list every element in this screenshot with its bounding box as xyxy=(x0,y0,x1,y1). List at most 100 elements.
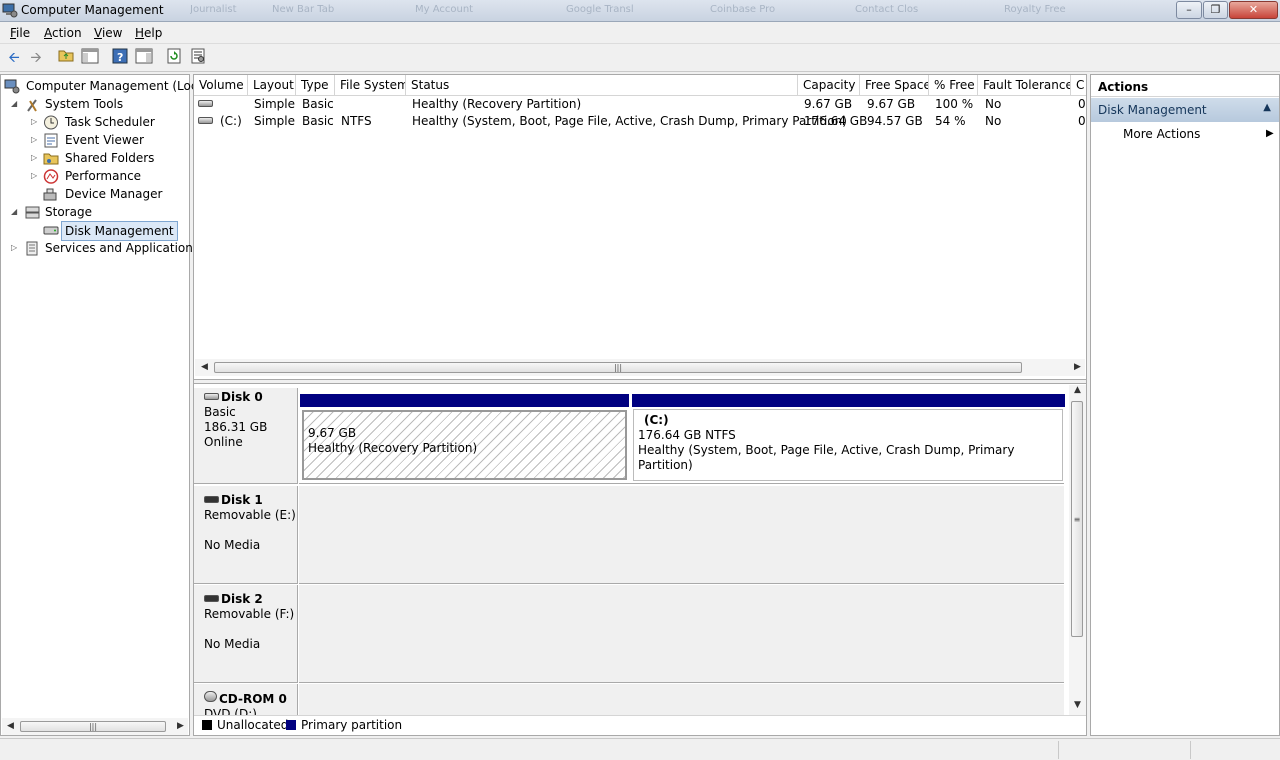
svg-text:?: ? xyxy=(117,51,123,64)
tree-label: Performance xyxy=(65,169,142,183)
minimize-button[interactable]: – xyxy=(1176,1,1202,19)
scroll-right-icon[interactable]: ▶ xyxy=(1074,359,1081,376)
expand-arrow-icon[interactable]: ▷ xyxy=(11,239,21,257)
close-button[interactable]: ✕ xyxy=(1229,1,1278,19)
tree-item-device-manager[interactable]: Device Manager xyxy=(43,185,189,203)
window-title: Computer Management xyxy=(21,3,164,17)
tree-item-event-viewer[interactable]: ▷ Event Viewer xyxy=(31,131,189,149)
tree-item-shared-folders[interactable]: ▷ Shared Folders xyxy=(31,149,189,167)
c-drive-partition[interactable]: (C:) 176.64 GB NTFS Healthy (System, Boo… xyxy=(632,394,1065,481)
tree-item-computer-management[interactable]: Computer Management (Local xyxy=(4,77,208,95)
disk-0-partitions: 9.67 GB Healthy (Recovery Partition) (C:… xyxy=(299,388,1065,484)
expand-arrow-icon[interactable]: ▷ xyxy=(31,167,41,185)
removable-disk-icon xyxy=(204,496,219,503)
removable-disk-icon xyxy=(204,595,219,602)
volume-row[interactable]: (C:) Simple Basic NTFS Healthy (System, … xyxy=(194,113,1086,130)
more-actions-item[interactable]: More Actions xyxy=(1123,127,1200,141)
scroll-thumb[interactable]: ||| xyxy=(20,721,166,732)
cell-type: Basic xyxy=(302,114,334,128)
unallocated-swatch xyxy=(202,720,212,730)
tree-item-disk-management[interactable]: Disk Management xyxy=(43,221,189,241)
collapse-arrow-icon[interactable]: ◢ xyxy=(11,95,21,113)
column-header-type[interactable]: Type xyxy=(296,75,335,96)
disk-view-vertical-scrollbar[interactable]: ▲ ≡ ▼ xyxy=(1069,385,1086,715)
scroll-left-icon[interactable]: ◀ xyxy=(7,718,14,735)
column-header-file-system[interactable]: File System xyxy=(335,75,406,96)
legend: Unallocated Primary partition xyxy=(194,715,1086,735)
disk-2-label[interactable]: Disk 2 Removable (F:) No Media xyxy=(194,585,298,683)
menu-file[interactable]: File xyxy=(10,26,30,40)
disk-type: Removable (F:) xyxy=(204,607,295,621)
background-tab-6: Contact Clos xyxy=(855,4,919,15)
computer-management-icon xyxy=(4,79,20,94)
background-tab-4: Google Transl xyxy=(566,4,634,15)
scroll-up-icon[interactable]: ▲ xyxy=(1074,382,1081,399)
performance-icon xyxy=(43,169,59,184)
tree-item-performance[interactable]: ▷ Performance xyxy=(31,167,189,185)
column-header-percent-free[interactable]: % Free xyxy=(929,75,978,96)
menu-help[interactable]: Help xyxy=(135,26,162,40)
pane-splitter[interactable] xyxy=(194,379,1086,384)
tree-item-storage[interactable]: ◢ Storage xyxy=(11,203,189,221)
tree-item-task-scheduler[interactable]: ▷ Task Scheduler xyxy=(31,113,189,131)
disk-1-label[interactable]: Disk 1 Removable (E:) No Media xyxy=(194,486,298,584)
submenu-arrow-icon[interactable]: ▶ xyxy=(1266,128,1274,139)
menu-view[interactable]: View xyxy=(94,26,122,40)
tree-label-selected: Disk Management xyxy=(61,221,178,241)
show-hide-tree-icon[interactable] xyxy=(80,48,100,68)
tree-horizontal-scrollbar[interactable]: ◀ ||| ▶ xyxy=(2,718,188,735)
expand-arrow-icon[interactable]: ▷ xyxy=(31,131,41,149)
cell-percent-free: 100 % xyxy=(935,97,974,111)
column-header-overhead[interactable]: C xyxy=(1071,75,1086,96)
up-folder-icon[interactable] xyxy=(56,48,76,68)
scroll-right-icon[interactable]: ▶ xyxy=(177,718,184,735)
column-header-status[interactable]: Status xyxy=(406,75,798,96)
background-tab-3: My Account xyxy=(415,4,474,15)
tree-item-system-tools[interactable]: ◢ System Tools xyxy=(11,95,189,113)
cd-drive-icon xyxy=(204,691,217,702)
column-header-fault-tolerance[interactable]: Fault Tolerance xyxy=(978,75,1071,96)
column-header-layout[interactable]: Layout xyxy=(248,75,296,96)
disk-0-label[interactable]: Disk 0 Basic 186.31 GB Online xyxy=(194,388,298,484)
expand-arrow-icon[interactable]: ▷ xyxy=(31,149,41,167)
scroll-thumb[interactable]: ||| xyxy=(214,362,1022,373)
scroll-left-icon[interactable]: ◀ xyxy=(201,359,208,376)
cell-overhead: 0 xyxy=(1078,97,1086,111)
cell-file-system: NTFS xyxy=(341,114,372,128)
volume-row[interactable]: Simple Basic Healthy (Recovery Partition… xyxy=(194,96,1086,113)
tree-label: Event Viewer xyxy=(65,133,144,147)
tree-item-services-and-applications[interactable]: ▷ Services and Applications xyxy=(11,239,199,257)
partition-status: Healthy (Recovery Partition) xyxy=(308,441,478,455)
volume-icon xyxy=(198,113,215,130)
show-hide-action-pane-icon[interactable] xyxy=(134,48,154,68)
actions-section-disk-management[interactable]: Disk Management ▲ xyxy=(1091,98,1279,122)
collapse-up-icon[interactable]: ▲ xyxy=(1263,102,1271,113)
menu-bar: File Action View Help xyxy=(0,22,1280,44)
back-icon[interactable]: 🡨 xyxy=(4,48,24,68)
tree-label: Task Scheduler xyxy=(65,115,155,129)
forward-icon[interactable]: 🡪 xyxy=(26,48,46,68)
help-icon[interactable]: ? xyxy=(110,48,130,68)
scroll-down-icon[interactable]: ▼ xyxy=(1074,697,1081,714)
partition-status: Healthy (System, Boot, Page File, Active… xyxy=(638,443,1015,472)
background-tab-2: New Bar Tab xyxy=(272,4,335,15)
primary-swatch xyxy=(286,720,296,730)
console-tree: Computer Management (Local ◢ System Tool… xyxy=(0,74,208,736)
column-header-free-space[interactable]: Free Space xyxy=(860,75,929,96)
menu-action[interactable]: Action xyxy=(44,26,82,40)
restore-button[interactable]: ❐ xyxy=(1203,1,1228,19)
expand-arrow-icon[interactable]: ▷ xyxy=(31,113,41,131)
cdrom-0-label[interactable]: CD-ROM 0 DVD (D:) xyxy=(194,684,298,715)
column-header-volume[interactable]: Volume xyxy=(194,75,248,96)
tree-label: Storage xyxy=(45,205,92,219)
column-header-capacity[interactable]: Capacity xyxy=(798,75,860,96)
scroll-thumb[interactable]: ≡ xyxy=(1071,401,1083,637)
tools-icon xyxy=(27,99,37,112)
disk-name: CD-ROM 0 xyxy=(219,692,287,706)
cell-type: Basic xyxy=(302,97,334,111)
recovery-partition[interactable]: 9.67 GB Healthy (Recovery Partition) xyxy=(300,394,629,481)
volume-list-horizontal-scrollbar[interactable]: ◀ ||| ▶ xyxy=(195,359,1085,376)
properties-icon[interactable] xyxy=(188,48,208,68)
refresh-icon[interactable] xyxy=(164,48,184,68)
collapse-arrow-icon[interactable]: ◢ xyxy=(11,203,21,221)
